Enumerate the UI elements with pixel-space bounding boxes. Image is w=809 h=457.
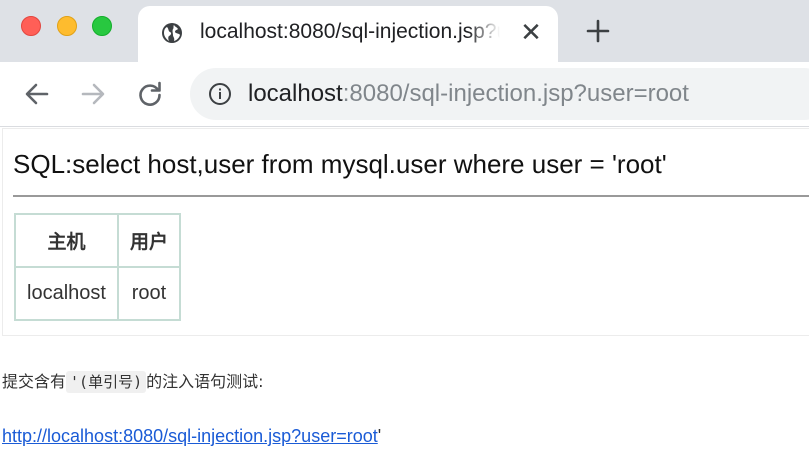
url-host: localhost [248, 80, 343, 107]
tab-title-fade [468, 16, 508, 50]
column-header-host: 主机 [14, 213, 119, 268]
browser-toolbar: localhost:8080/sql-injection.jsp?user=ro… [0, 62, 809, 127]
note-before: 提交含有 [2, 372, 67, 391]
plus-icon[interactable] [584, 17, 612, 45]
link-tail-quote: ' [377, 426, 382, 446]
cell-user: root [116, 266, 181, 321]
table-header-row: 主机 用户 [14, 213, 181, 268]
arrow-right-icon[interactable] [78, 79, 108, 109]
note-after: 的注入语句测试: [146, 372, 264, 391]
browser-tab[interactable]: localhost:8080/sql-injection.jsp?user=ro… [138, 6, 558, 62]
table-row: localhost root [14, 266, 181, 321]
maximize-window-button[interactable] [92, 16, 112, 36]
embedded-page-panel: SQL:select host,user from mysql.user whe… [2, 128, 809, 336]
close-tab-icon[interactable]: ✕ [518, 19, 544, 46]
arrow-left-icon[interactable] [22, 79, 52, 109]
tab-strip: localhost:8080/sql-injection.jsp?user=ro… [0, 0, 809, 62]
inline-code: '(单引号) [66, 371, 147, 393]
tab-title: localhost:8080/sql-injection.jsp?user=ro… [200, 20, 500, 43]
reload-icon[interactable] [135, 79, 165, 109]
result-table: 主机 用户 localhost root [14, 213, 181, 321]
horizontal-rule [13, 195, 809, 197]
test-link-line: http://localhost:8080/sql-injection.jsp?… [2, 426, 381, 447]
close-window-button[interactable] [21, 16, 41, 36]
instruction-text: 提交含有 '(单引号) 的注入语句测试: [2, 368, 264, 393]
url-text[interactable]: localhost:8080/sql-injection.jsp?user=ro… [248, 80, 689, 108]
sql-statement: SQL:select host,user from mysql.user whe… [13, 149, 667, 179]
globe-icon [162, 23, 182, 43]
url-path: :8080/sql-injection.jsp?user=root [342, 80, 689, 107]
minimize-window-button[interactable] [57, 16, 77, 36]
info-icon[interactable] [208, 82, 232, 106]
cell-host: localhost [14, 266, 119, 321]
column-header-user: 用户 [116, 213, 181, 268]
address-bar[interactable]: localhost:8080/sql-injection.jsp?user=ro… [190, 68, 809, 120]
test-link[interactable]: http://localhost:8080/sql-injection.jsp?… [2, 426, 378, 446]
